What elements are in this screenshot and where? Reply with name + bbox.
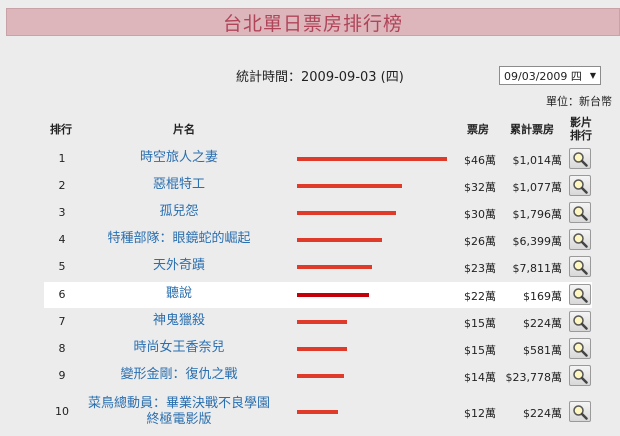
- gross-bar: [297, 347, 347, 351]
- gross-value: $14萬: [464, 371, 496, 384]
- gross-bar: [297, 184, 402, 188]
- cumulative-value: $581萬: [523, 344, 562, 357]
- table-row: 3 孤兒怨 $30萬 $1,796萬: [44, 200, 592, 226]
- movie-title-line: 菜鳥總動員：畢業決戰不良學園: [87, 396, 270, 411]
- film-rank-button[interactable]: [569, 202, 591, 223]
- gross-value: $22萬: [464, 290, 496, 303]
- date-dropdown[interactable]: 09/03/2009 四 ▼: [499, 66, 601, 85]
- rank-number: 9: [58, 369, 66, 382]
- gross-value: $30萬: [464, 208, 496, 221]
- header-film-rank: 影片排行: [570, 116, 592, 142]
- table-row: 2 惡棍特工 $32萬 $1,077萬: [44, 173, 592, 199]
- rank-number: 7: [58, 315, 66, 328]
- chevron-down-icon: ▼: [589, 71, 596, 80]
- film-rank-button[interactable]: [569, 311, 591, 332]
- gross-value: $23萬: [464, 262, 496, 275]
- movie-title-link[interactable]: 惡棍特工: [74, 177, 284, 193]
- gross-bar: [297, 265, 372, 269]
- movie-title-link[interactable]: 孤兒怨: [74, 204, 284, 220]
- table-row: 6 聽說 $22萬 $169萬: [44, 282, 592, 308]
- movie-title-link[interactable]: 神鬼獵殺: [74, 313, 284, 329]
- page-title: 台北單日票房排行榜: [6, 8, 620, 36]
- gross-bar: [297, 238, 382, 242]
- header-name: 片名: [173, 123, 195, 136]
- movie-title-link[interactable]: 菜鳥總動員：畢業決戰不良學園 終極電影版: [74, 396, 284, 428]
- rank-number: 3: [58, 206, 66, 219]
- gross-value: $15萬: [464, 317, 496, 330]
- film-rank-button[interactable]: [569, 229, 591, 250]
- cumulative-value: $1,077萬: [512, 181, 563, 194]
- movie-title-link[interactable]: 特種部隊：眼鏡蛇的崛起: [74, 231, 284, 247]
- rank-number: 10: [55, 405, 69, 418]
- rank-number: 2: [58, 179, 66, 192]
- film-rank-button[interactable]: [569, 284, 591, 305]
- cumulative-value: $23,778萬: [505, 371, 563, 384]
- movie-title-link[interactable]: 時空旅人之妻: [74, 150, 284, 166]
- film-rank-button[interactable]: [569, 175, 591, 196]
- film-rank-button[interactable]: [569, 148, 591, 169]
- rank-number: 8: [58, 342, 66, 355]
- gross-value: $32萬: [464, 181, 496, 194]
- rank-number: 4: [58, 233, 66, 246]
- film-rank-button[interactable]: [569, 401, 591, 422]
- rank-number: 5: [58, 260, 66, 273]
- movie-title-link[interactable]: 聽說: [74, 286, 284, 302]
- gross-bar: [297, 374, 344, 378]
- gross-value: $15萬: [464, 344, 496, 357]
- stats-date: 統計時間：2009-09-03 (四): [236, 70, 404, 85]
- gross-bar: [297, 293, 369, 297]
- cumulative-value: $224萬: [523, 317, 562, 330]
- movie-title-link[interactable]: 天外奇蹟: [74, 258, 284, 274]
- gross-bar: [297, 211, 396, 215]
- movie-title-line: 終極電影版: [146, 412, 212, 427]
- header-rank: 排行: [50, 123, 72, 136]
- date-dropdown-value: 09/03/2009 四: [504, 69, 582, 83]
- film-rank-button[interactable]: [569, 365, 591, 386]
- table-row: 7 神鬼獵殺 $15萬 $224萬: [44, 309, 592, 335]
- gross-value: $26萬: [464, 235, 496, 248]
- cumulative-value: $7,811萬: [512, 262, 563, 275]
- table-row: 4 特種部隊：眼鏡蛇的崛起 $26萬 $6,399萬: [44, 227, 592, 253]
- cumulative-value: $224萬: [523, 407, 562, 420]
- cumulative-value: $1,014萬: [512, 154, 563, 167]
- movie-title-link[interactable]: 變形金剛：復仇之戰: [74, 367, 284, 383]
- rank-number: 6: [58, 288, 66, 301]
- header-gross: 票房: [467, 123, 489, 136]
- gross-value: $12萬: [464, 407, 496, 420]
- gross-bar: [297, 410, 338, 414]
- cumulative-value: $1,796萬: [512, 208, 563, 221]
- header-cumulative: 累計票房: [510, 123, 554, 136]
- gross-bar: [297, 157, 447, 161]
- table-row: 8 時尚女王香奈兒 $15萬 $581萬: [44, 336, 592, 362]
- table-row: 5 天外奇蹟 $23萬 $7,811萬: [44, 254, 592, 280]
- film-rank-button[interactable]: [569, 256, 591, 277]
- rank-number: 1: [58, 152, 66, 165]
- table-row: 9 變形金剛：復仇之戰 $14萬 $23,778萬: [44, 363, 592, 389]
- unit-label: 單位：新台幣: [546, 95, 612, 108]
- cumulative-value: $6,399萬: [512, 235, 563, 248]
- cumulative-value: $169萬: [523, 290, 562, 303]
- gross-value: $46萬: [464, 154, 496, 167]
- movie-title-link[interactable]: 時尚女王香奈兒: [74, 340, 284, 356]
- table-row: 1 時空旅人之妻 $46萬 $1,014萬: [44, 146, 592, 172]
- table-row: 10 菜鳥總動員：畢業決戰不良學園 終極電影版 $12萬 $224萬: [44, 396, 592, 428]
- gross-bar: [297, 320, 347, 324]
- film-rank-button[interactable]: [569, 338, 591, 359]
